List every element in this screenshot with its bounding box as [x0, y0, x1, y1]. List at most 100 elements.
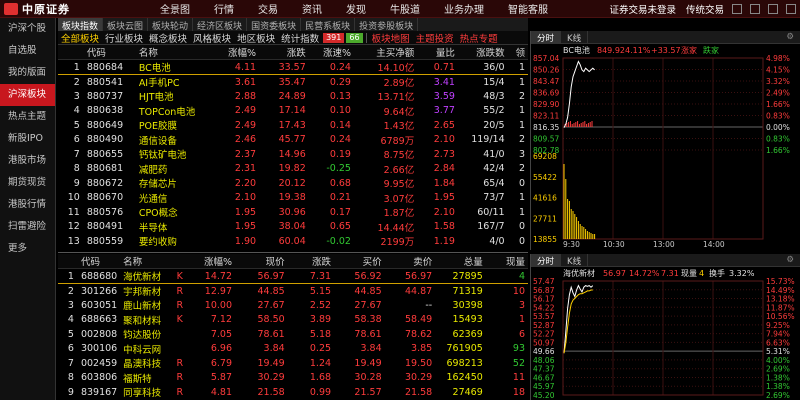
gear-icon[interactable]: ⚙ — [780, 254, 800, 266]
cell-volratio: 0.71 — [417, 59, 458, 75]
col-pct[interactable]: 涨幅% — [189, 254, 235, 269]
col-curvol[interactable]: 现量 — [486, 254, 528, 269]
table-row[interactable]: 9 880672 存储芯片 2.20 20.12 0.68 9.95亿 1.84 65/4 0 — [58, 176, 528, 191]
sidebar-item-hk-quotes[interactable]: 港股行情 — [0, 194, 55, 216]
col-volume[interactable]: 总量 — [435, 254, 486, 269]
y-axis-right-label: 6.63% — [766, 338, 790, 347]
login-status[interactable]: 证券交易未登录 — [609, 2, 676, 16]
tab-sector-index[interactable]: 板块指数 — [58, 18, 104, 32]
category-stat[interactable]: 统计指数 — [278, 31, 322, 45]
close-icon[interactable] — [786, 4, 796, 14]
category-style[interactable]: 风格板块 — [190, 31, 234, 45]
table-row[interactable]: 11 880576 CPO概念 1.95 30.96 0.17 1.87亿 2.10 60/11… — [58, 205, 528, 220]
stock-intraday-chart[interactable]: 海优新材 56.97 14.72% 7.31 现量 4 换手 3.32% 57.… — [531, 267, 800, 400]
category-concept[interactable]: 概念板块 — [146, 31, 190, 45]
sidebar-item-risk[interactable]: 扫雷避险 — [0, 216, 55, 238]
table-row[interactable]: 6 880490 通信设备 2.46 45.77 0.24 6789万 2.10 119/14 2 — [58, 133, 528, 148]
cell-volume: 761905 — [446, 343, 483, 355]
cell-name: 要约收购 — [138, 237, 177, 249]
gear-icon[interactable]: ⚙ — [780, 31, 800, 43]
sector-intraday-chart[interactable]: BC电池 849.92 4.11% +33.57 涨家 跌家 857.04 850… — [531, 44, 800, 249]
col-volratio[interactable]: 量比 — [417, 45, 458, 60]
cell-volratio: 1.84 — [433, 177, 455, 189]
col-code[interactable]: 代码 — [83, 45, 135, 60]
table-row[interactable]: 1 880684 BC电池 4.11 33.57 0.24 14.10亿 0.71 36/0 1 — [58, 59, 528, 75]
tab-investment[interactable]: 投资参股板块 — [355, 18, 419, 32]
col-change[interactable]: 涨跌 — [259, 45, 309, 60]
table-row[interactable]: 1 688680 海优新材 K 14.72 56.97 7.31 56.92 56.97 2789… — [58, 268, 528, 284]
cell-change: 38.04 — [278, 221, 306, 233]
theme-switch[interactable]: 传统交易 — [686, 2, 724, 16]
col-ask[interactable]: 卖价 — [385, 254, 436, 269]
table-row[interactable]: 3 603051 鹿山新材 R 10.00 27.67 2.52 27.67 -- 30398 3 — [58, 298, 528, 313]
table-row[interactable]: 6 300106 中科云网 6.96 3.84 0.25 3.84 3.85 761905 93 — [58, 342, 528, 357]
sidebar-item-watchlist[interactable]: 自选股 — [0, 40, 55, 62]
menu-item-news[interactable]: 资讯 — [302, 1, 322, 16]
table-row[interactable]: 8 603806 福斯特 R 5.87 30.29 1.68 30.28 30.29 162450… — [58, 371, 528, 386]
link-sector-map[interactable]: 板块地图 — [369, 31, 413, 45]
tab-sasac[interactable]: 国资委板块 — [247, 18, 302, 32]
menu-item-business[interactable]: 业务办理 — [444, 1, 484, 16]
sidebar-item-more[interactable]: 更多 — [0, 238, 55, 260]
sidebar-item-layout[interactable]: 我的版面 — [0, 62, 55, 84]
table-row[interactable]: 9 839167 同享科技 R 4.81 21.58 0.99 21.57 21.58 27469… — [58, 385, 528, 400]
sidebar-item-sectors[interactable]: 沪深板块 — [0, 84, 55, 106]
cell-index: 6 — [73, 134, 80, 146]
col-lead[interactable]: 领 — [508, 45, 528, 60]
tab-intraday[interactable]: 分时 — [531, 31, 562, 44]
category-region[interactable]: 地区板块 — [234, 31, 278, 45]
table-row[interactable]: 5 002808 钧达股份 7.05 78.61 5.18 78.61 78.62 62369 6 — [58, 327, 528, 342]
link-theme-invest[interactable]: 主题投资 — [413, 31, 457, 45]
table-row[interactable]: 10 880670 光通信 2.10 19.38 0.21 3.07亿 1.95 73/7 1 — [58, 191, 528, 206]
table-row[interactable]: 8 880681 减肥药 2.31 19.82 -0.25 2.66亿 2.84 42/4 2 — [58, 162, 528, 177]
col-pct[interactable]: 涨幅% — [205, 45, 259, 60]
tab-economic-zone[interactable]: 经济区板块 — [193, 18, 248, 32]
menu-item-panorama[interactable]: 全景图 — [160, 1, 190, 16]
col-change[interactable]: 涨跌 — [288, 254, 334, 269]
tab-sector-rotation[interactable]: 板块轮动 — [148, 18, 194, 32]
table-row[interactable]: 12 880491 半导体 1.95 38.04 0.65 14.44亿 1.58 167/7 0 — [58, 220, 528, 235]
menu-item-bullpath[interactable]: 牛股道 — [390, 1, 420, 16]
menu-icon[interactable] — [732, 4, 742, 14]
table-row[interactable]: 4 880638 TOPCon电池 2.49 17.14 0.10 9.64亿 3.77 55/… — [58, 104, 528, 119]
category-industry[interactable]: 行业板块 — [102, 31, 146, 45]
col-price[interactable]: 现价 — [235, 254, 288, 269]
sidebar-item-ipo[interactable]: 新股IPO — [0, 128, 55, 150]
table-row[interactable]: 7 002459 晶澳科技 R 6.79 19.49 1.24 19.49 19.50 69821… — [58, 356, 528, 371]
sidebar-item-stocks[interactable]: 沪深个股 — [0, 18, 55, 40]
col-name[interactable]: 名称 — [119, 254, 174, 269]
table-row[interactable]: 3 880737 HJT电池 2.88 24.89 0.13 13.71亿 3.59 48/3 2 — [58, 89, 528, 104]
table-row[interactable]: 4 688663 聚和材料 K 7.12 58.50 3.89 58.38 58.49 15493… — [58, 313, 528, 328]
col-speed[interactable]: 涨速% — [309, 45, 354, 60]
divider — [365, 32, 367, 43]
col-name[interactable]: 名称 — [135, 45, 205, 60]
sidebar-item-hot-topics[interactable]: 热点主题 — [0, 106, 55, 128]
sidebar: 沪深个股 自选股 我的版面 沪深板块 热点主题 新股IPO 港股市场 期货现货 … — [0, 18, 56, 400]
link-hot-topics[interactable]: 热点专题 — [457, 31, 501, 45]
category-all[interactable]: 全部板块 — [58, 31, 102, 45]
col-code[interactable]: 代码 — [77, 254, 119, 269]
tab-intraday[interactable]: 分时 — [531, 254, 562, 267]
sidebar-item-futures[interactable]: 期货现货 — [0, 172, 55, 194]
menu-item-quotes[interactable]: 行情 — [214, 1, 234, 16]
menu-item-discover[interactable]: 发现 — [346, 1, 366, 16]
tab-kline[interactable]: K线 — [561, 31, 589, 44]
table-row[interactable]: 2 301266 宇邦新材 R 12.97 44.85 5.15 44.85 44.87 7131… — [58, 284, 528, 299]
tab-sector-cloud[interactable]: 板块云图 — [103, 18, 149, 32]
maximize-icon[interactable] — [768, 4, 778, 14]
tab-kline[interactable]: K线 — [561, 254, 589, 267]
col-bid[interactable]: 买价 — [334, 254, 385, 269]
minimize-icon[interactable] — [750, 4, 760, 14]
cell-change: 45.77 — [278, 134, 306, 146]
table-row[interactable]: 2 880541 AI手机PC 3.61 35.47 0.29 2.89亿 3.41 15/4 1 — [58, 75, 528, 90]
menu-item-service[interactable]: 智能客服 — [508, 1, 548, 16]
table-row[interactable]: 7 880655 钙钛矿电池 2.37 14.96 0.19 8.75亿 2.73 41/0 3 — [58, 147, 528, 162]
table-row[interactable]: 5 880649 POE胶膜 2.49 17.43 0.14 1.43亿 2.65 20/5 1 — [58, 118, 528, 133]
y-axis-label: 843.47 — [533, 77, 559, 86]
table-row[interactable]: 13 880559 要约收购 1.90 60.04 -0.02 2199万 1.19 4/0 0 — [58, 234, 528, 249]
sidebar-item-hk-market[interactable]: 港股市场 — [0, 150, 55, 172]
col-updown[interactable]: 涨跌数 — [458, 45, 508, 60]
tab-private[interactable]: 民营系板块 — [301, 18, 356, 32]
menu-item-trade[interactable]: 交易 — [258, 1, 278, 16]
col-netbuy[interactable]: 主买净额 — [354, 45, 417, 60]
